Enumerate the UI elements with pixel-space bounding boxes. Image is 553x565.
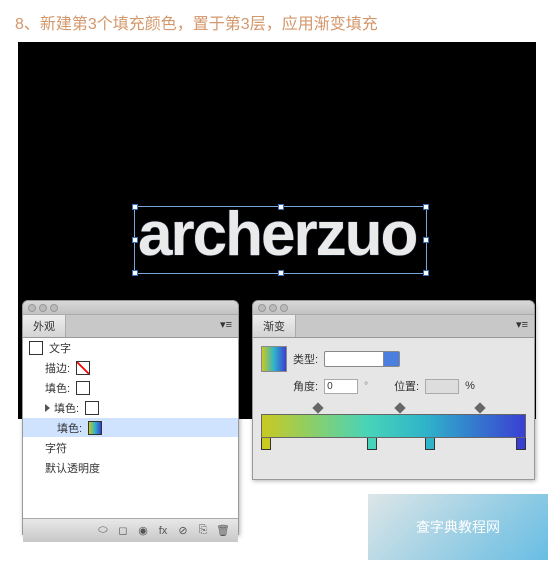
appearance-panel: 外观 ▾≡ 文字 描边: 填色: 填色: 填色: 字符 默认透明度 (22, 300, 239, 535)
gradient-stop[interactable] (516, 438, 526, 450)
appearance-item-character[interactable]: 字符 (23, 438, 238, 458)
close-icon[interactable] (258, 304, 266, 312)
gradient-slider[interactable] (261, 404, 526, 458)
disclosure-triangle-icon[interactable] (45, 404, 50, 412)
midpoint-handle[interactable] (312, 402, 323, 413)
panel-menu-icon[interactable]: ▾≡ (214, 315, 238, 337)
gradient-stop[interactable] (425, 438, 435, 450)
clear-icon[interactable]: ⊘ (176, 524, 190, 538)
resize-handle[interactable] (278, 270, 284, 276)
gradient-preview[interactable] (261, 346, 287, 372)
appearance-item-stroke[interactable]: 描边: (23, 358, 238, 378)
resize-handle[interactable] (278, 204, 284, 210)
zoom-icon[interactable] (280, 304, 288, 312)
window-titlebar[interactable] (23, 301, 238, 315)
midpoint-handle[interactable] (394, 402, 405, 413)
new-stroke-icon[interactable]: ◻ (116, 524, 130, 538)
stop-track[interactable] (261, 438, 526, 452)
panel-tabs: 渐变 ▾≡ (253, 315, 534, 338)
appearance-item-fill[interactable]: 填色: (23, 398, 238, 418)
close-icon[interactable] (28, 304, 36, 312)
gradient-stop[interactable] (367, 438, 377, 450)
position-label: 位置: (394, 378, 419, 394)
swatch-icon[interactable] (76, 381, 90, 395)
tab-gradient[interactable]: 渐变 (253, 315, 296, 337)
item-label: 填色: (54, 400, 79, 416)
resize-handle[interactable] (132, 237, 138, 243)
swatch-icon[interactable] (85, 401, 99, 415)
tab-appearance[interactable]: 外观 (23, 315, 66, 337)
angle-input[interactable]: 0 (324, 379, 358, 394)
item-label: 填色: (45, 380, 70, 396)
item-label: 填色: (57, 420, 82, 436)
zoom-icon[interactable] (50, 304, 58, 312)
resize-handle[interactable] (132, 204, 138, 210)
trash-icon[interactable]: 🗑 (216, 524, 230, 538)
gradient-type-select[interactable] (324, 351, 400, 367)
resize-handle[interactable] (132, 270, 138, 276)
watermark: 查字典教程网 (368, 494, 548, 560)
gradient-body: 类型: 角度: 0 ° 位置: % (253, 338, 534, 466)
degree-icon: ° (364, 381, 368, 392)
item-label: 字符 (45, 440, 67, 456)
swatch-icon (29, 341, 43, 355)
swatch-none-icon[interactable] (76, 361, 90, 375)
appearance-item-text[interactable]: 文字 (23, 338, 238, 358)
window-titlebar[interactable] (253, 301, 534, 315)
fx-icon[interactable]: fx (156, 524, 170, 538)
panel-footer: ⬭ ◻ ◉ fx ⊘ ⎘ 🗑 (23, 518, 238, 542)
resize-handle[interactable] (423, 204, 429, 210)
minimize-icon[interactable] (39, 304, 47, 312)
empty-area (23, 478, 238, 518)
appearance-list: 文字 描边: 填色: 填色: 填色: 字符 默认透明度 (23, 338, 238, 518)
resize-handle[interactable] (423, 270, 429, 276)
midpoint-handle[interactable] (474, 402, 485, 413)
angle-label: 角度: (293, 378, 318, 394)
item-label: 描边: (45, 360, 70, 376)
step-title: 8、新建第3个填充颜色，置于第3层，应用渐变填充 (0, 0, 553, 44)
percent-label: % (465, 380, 475, 392)
new-fill-icon[interactable]: ◉ (136, 524, 150, 538)
swatch-gradient-icon[interactable] (88, 421, 102, 435)
appearance-item-fill[interactable]: 填色: (23, 378, 238, 398)
selection-bounding-box[interactable] (134, 206, 427, 274)
resize-handle[interactable] (423, 237, 429, 243)
type-label: 类型: (293, 351, 318, 367)
minimize-icon[interactable] (269, 304, 277, 312)
item-label: 默认透明度 (45, 460, 100, 476)
item-label: 文字 (49, 340, 71, 356)
gradient-panel: 渐变 ▾≡ 类型: 角度: 0 ° 位置: % (252, 300, 535, 480)
panel-tabs: 外观 ▾≡ (23, 315, 238, 338)
midpoint-track[interactable] (261, 404, 526, 414)
position-input[interactable] (425, 379, 459, 394)
link-icon[interactable]: ⬭ (96, 524, 110, 538)
panel-menu-icon[interactable]: ▾≡ (510, 315, 534, 337)
gradient-stop[interactable] (261, 438, 271, 450)
appearance-item-opacity[interactable]: 默认透明度 (23, 458, 238, 478)
duplicate-icon[interactable]: ⎘ (196, 524, 210, 538)
appearance-item-fill-selected[interactable]: 填色: (23, 418, 238, 438)
gradient-bar[interactable] (261, 414, 526, 438)
